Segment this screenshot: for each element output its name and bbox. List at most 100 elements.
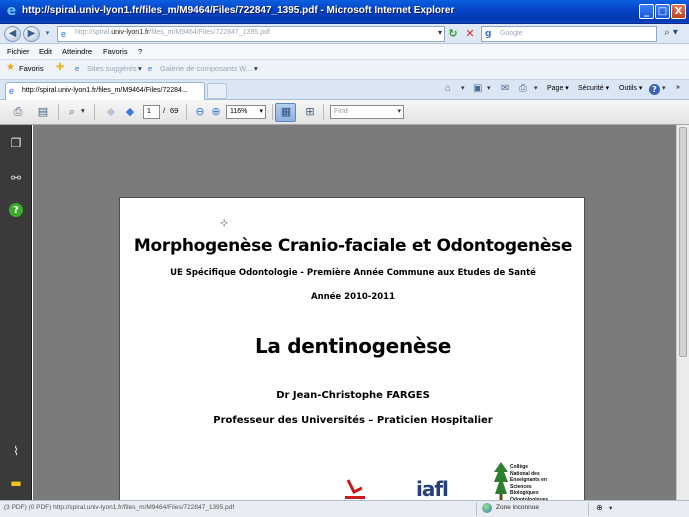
search-input[interactable]: g Google <box>481 26 657 42</box>
zoom-level-dropdown-icon[interactable]: ▾ <box>609 504 612 512</box>
gallery-dropdown-icon[interactable]: ▾ <box>254 64 258 73</box>
zoom-out-icon[interactable]: ⊖ <box>192 105 208 119</box>
tab-active[interactable]: e http://spiral.univ-lyon1.fr/files_m/M9… <box>5 82 205 100</box>
print-dropdown-icon[interactable]: ▾ <box>534 84 538 92</box>
url-path: /files_m/M9464/Files/722847_1395.pdf <box>149 29 270 36</box>
internet-zone-globe-icon <box>482 503 492 513</box>
search-button[interactable]: ⌕ ▾ <box>658 27 684 41</box>
tab-label: http://spiral.univ-lyon1.fr/files_m/M946… <box>22 87 188 94</box>
college-logo: Collège National des Enseignants en Scie… <box>492 460 552 500</box>
add-favorite-icon[interactable]: ✚ <box>56 62 64 73</box>
menu-item-file[interactable]: Fichier <box>7 47 30 56</box>
history-dropdown-button[interactable]: ▾ <box>42 26 53 42</box>
forward-arrow-icon: ▶ <box>27 28 36 39</box>
window-title: http://spiral.univ-lyon1.fr/files_m/M946… <box>22 5 455 16</box>
navigation-panel: ❐ ⚯ ? ⌇ ▬ <box>0 125 32 500</box>
ie-page-icon: e <box>75 64 80 73</box>
scrollbar-thumb[interactable] <box>679 127 687 357</box>
iafl-logo: iafl <box>416 477 449 500</box>
comments-icon[interactable]: ▬ <box>8 475 24 491</box>
web-slice-gallery-link[interactable]: Galerie de composants W... <box>160 64 252 73</box>
favorites-button[interactable]: Favoris <box>19 64 44 73</box>
attachments-paperclip-icon[interactable]: ⌇ <box>8 443 24 459</box>
back-button[interactable]: ◀ <box>4 26 21 42</box>
mail-icon[interactable]: ✉ <box>501 83 509 94</box>
pages-panel-icon[interactable]: ❐ <box>8 135 24 151</box>
search-icon: ⌕ <box>664 27 670 38</box>
toolbar-separator <box>272 104 273 120</box>
menu-item-help[interactable]: ? <box>138 47 142 56</box>
find-panel-icon[interactable]: ⚯ <box>8 170 24 186</box>
home-icon[interactable]: ⌂ <box>445 83 451 94</box>
menu-item-favorites[interactable]: Favoris <box>103 47 128 56</box>
college-logo-mark <box>494 462 508 500</box>
internet-explorer-icon: e <box>6 3 17 19</box>
stop-button[interactable]: ✕ <box>463 27 477 41</box>
suggested-sites-link[interactable]: Sites suggérés <box>87 64 137 73</box>
new-tab-button[interactable] <box>207 83 227 99</box>
pdf-toolbar: ⎙ ▤ ⌕ ▾ ◆ ◆ 1 / 69 ⊖ ⊕ 116% ▾ ▦ ⊞ Find ▾ <box>0 100 689 125</box>
status-separator <box>588 502 589 516</box>
vertical-scrollbar[interactable] <box>676 125 689 500</box>
back-arrow-icon: ◀ <box>8 28 17 39</box>
college-logo-text: Collège National des Enseignants en Scie… <box>510 464 549 500</box>
zoom-level-icon[interactable]: ⊕ <box>596 503 603 512</box>
google-icon: g <box>485 29 492 39</box>
save-icon[interactable]: ▤ <box>35 105 51 119</box>
toolbar-separator <box>323 104 324 120</box>
search-dropdown-icon[interactable]: ▾ <box>81 106 85 115</box>
page-menu[interactable]: Page ▾ <box>547 84 569 92</box>
page-number-input[interactable]: 1 <box>143 105 160 119</box>
fit-width-icon[interactable]: ⊞ <box>302 105 318 119</box>
address-toolbar: ◀ ▶ ▾ e http://spiral.univ-lyon1.fr/file… <box>0 24 689 44</box>
search-placeholder: Google <box>500 30 523 37</box>
page-icon: e <box>61 29 67 39</box>
zoom-dropdown-icon: ▾ <box>259 108 263 115</box>
document-viewport[interactable]: ⊹ Morphogenèse Cranio-faciale et Odontog… <box>33 125 676 500</box>
print-icon[interactable]: ⎙ <box>10 105 26 119</box>
url-prefix: http://spiral. <box>75 29 112 36</box>
suggested-dropdown-icon[interactable]: ▾ <box>138 64 142 73</box>
refresh-button[interactable]: ↻ <box>446 27 460 41</box>
menu-item-goto[interactable]: Atteindre <box>62 47 92 56</box>
security-menu[interactable]: Sécurité ▾ <box>578 84 609 92</box>
zoom-select[interactable]: 116% ▾ <box>226 105 266 119</box>
tools-menu[interactable]: Outils ▾ <box>619 84 642 92</box>
maximize-button[interactable]: □ <box>655 4 670 19</box>
document-subtitle: UE Spécifique Odontologie - Première Ann… <box>170 268 536 278</box>
menu-item-edit[interactable]: Edit <box>39 47 52 56</box>
help-dropdown-icon[interactable]: ▾ <box>662 84 666 92</box>
document-title: Morphogenèse Cranio-faciale et Odontogen… <box>133 236 573 256</box>
find-dropdown-icon: ▾ <box>397 108 401 115</box>
close-button[interactable]: X <box>671 4 686 19</box>
toolbar-separator <box>94 104 95 120</box>
tab-page-icon: e <box>9 86 15 96</box>
help-icon[interactable]: ? <box>9 203 23 217</box>
tab-row: e http://spiral.univ-lyon1.fr/files_m/M9… <box>0 80 689 100</box>
favorites-star-icon: ★ <box>6 62 15 73</box>
search-document-icon[interactable]: ⌕ <box>64 105 80 119</box>
favorites-bar: ★ Favoris ✚ e Sites suggérés ▾ e Galerie… <box>0 60 689 80</box>
next-page-icon[interactable]: ◆ <box>122 105 138 119</box>
page-separator: / <box>163 106 166 115</box>
feeds-dropdown-icon[interactable]: ▾ <box>487 84 491 92</box>
page-menu-label: Page <box>547 85 564 92</box>
toolbar-overflow-icon[interactable]: » <box>676 84 680 91</box>
home-dropdown-icon[interactable]: ▾ <box>461 84 465 92</box>
previous-page-icon[interactable]: ◆ <box>103 105 119 119</box>
address-input[interactable]: e http://spiral.univ-lyon1.fr/files_m/M9… <box>57 26 445 42</box>
forward-button[interactable]: ▶ <box>23 26 40 42</box>
gallery-page-icon: e <box>148 64 153 73</box>
feeds-icon[interactable]: ▣ <box>473 83 482 94</box>
page-count: 69 <box>170 106 179 115</box>
help-menu-icon[interactable]: ? <box>649 84 660 95</box>
minimize-button[interactable]: _ <box>639 4 654 19</box>
print-icon[interactable]: ⎙ <box>519 83 527 94</box>
toolbar-separator <box>58 104 59 120</box>
address-dropdown-icon[interactable]: ▾ <box>438 28 442 37</box>
fit-page-button[interactable]: ▦ <box>275 103 296 122</box>
address-url-text: http://spiral.univ-lyon1.fr/files_m/M946… <box>75 29 270 36</box>
zoom-in-icon[interactable]: ⊕ <box>208 105 224 119</box>
security-zone-text: Zone inconnue <box>496 504 540 511</box>
find-input[interactable]: Find ▾ <box>330 105 404 119</box>
